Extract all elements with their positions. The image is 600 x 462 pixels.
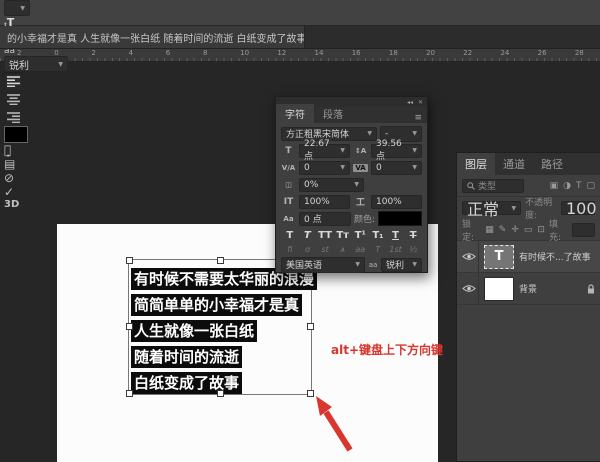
layer-visibility-toggle[interactable] bbox=[460, 273, 479, 304]
chevron-down-icon: ▼ bbox=[58, 61, 63, 68]
lock-option-icon[interactable]: ✛ bbox=[511, 225, 519, 235]
baseline-shift-icon: Aa bbox=[281, 215, 296, 223]
fill-field[interactable] bbox=[572, 223, 595, 237]
chevron-down-icon: ▼ bbox=[20, 5, 25, 12]
align-left-button[interactable] bbox=[4, 72, 23, 90]
align-center-button[interactable] bbox=[4, 90, 23, 108]
3d-button[interactable]: 3D bbox=[4, 199, 19, 210]
transform-handle[interactable] bbox=[217, 390, 224, 397]
lock-icon bbox=[587, 284, 595, 294]
opentype-button[interactable]: ᴀ bbox=[334, 245, 352, 254]
lock-label: 锁定: bbox=[462, 217, 481, 243]
layer-row-background[interactable]: 背景 bbox=[457, 273, 600, 305]
layer-name[interactable]: 有时候不...了故事 bbox=[519, 250, 597, 263]
opentype-button[interactable]: fi bbox=[281, 245, 299, 254]
baseline-shift-value: 0 点 bbox=[304, 212, 322, 225]
baseline-shift-field[interactable]: 0 点 bbox=[299, 212, 351, 226]
red-arrow bbox=[300, 392, 362, 456]
type-layer-thumbnail[interactable]: T bbox=[484, 245, 514, 269]
tab-paragraph[interactable]: 段落 bbox=[314, 104, 352, 123]
eye-icon bbox=[462, 284, 476, 293]
lock-option-icon[interactable]: ✎ bbox=[499, 225, 507, 235]
opentype-button[interactable]: ½ bbox=[404, 245, 422, 254]
align-right-button[interactable] bbox=[4, 108, 23, 126]
antialias-value: 锐利 bbox=[9, 57, 29, 72]
lock-option-icon[interactable]: ⊡ bbox=[537, 225, 545, 235]
text-style-button[interactable]: T bbox=[281, 230, 299, 241]
character-color-swatch[interactable] bbox=[378, 211, 422, 226]
text-style-button[interactable]: TT bbox=[316, 230, 334, 241]
canvas-text-line[interactable]: 白纸变成了故事 bbox=[131, 372, 242, 394]
antialias-value: 锐利 bbox=[386, 258, 404, 271]
transform-handle[interactable] bbox=[126, 390, 133, 397]
chevron-down-icon: ▼ bbox=[412, 130, 417, 137]
character-panel-tabs: 字符 段落 ≡ bbox=[276, 107, 427, 123]
panel-menu-icon[interactable]: ≡ bbox=[409, 113, 427, 123]
text-style-button[interactable]: T bbox=[387, 230, 405, 241]
language-value: 美国英语 bbox=[286, 258, 322, 271]
opentype-button[interactable]: st bbox=[316, 245, 334, 254]
background-layer-thumbnail[interactable] bbox=[484, 277, 514, 301]
close-panel-icon[interactable]: ✕ bbox=[418, 99, 423, 106]
commit-edits-icon[interactable]: ✓ bbox=[4, 185, 14, 199]
lock-option-icon[interactable]: ▭ bbox=[524, 225, 533, 235]
photoshop-window: 有时候不需要太华丽的浪漫 简简单单的小幸福才是真 人生就像一张白纸 随着时间的流… bbox=[0, 0, 600, 462]
antialias-icon: aa bbox=[368, 261, 378, 269]
warp-text-icon[interactable]: エ̣ bbox=[4, 143, 11, 157]
text-style-button[interactable]: Tᴛ bbox=[334, 230, 352, 241]
canvas-text-line[interactable]: 人生就像一张白纸 bbox=[131, 320, 257, 342]
fill-label: 填充: bbox=[549, 217, 568, 243]
transform-handle[interactable] bbox=[126, 257, 133, 264]
canvas-text-line[interactable]: 简简单单的小幸福才是真 bbox=[131, 294, 302, 316]
transform-handle[interactable] bbox=[307, 323, 314, 330]
opentype-button[interactable]: 1st bbox=[387, 245, 405, 254]
align-center-icon bbox=[7, 94, 20, 105]
tab-character[interactable]: 字符 bbox=[276, 104, 314, 123]
chevron-down-icon: ▼ bbox=[412, 261, 417, 268]
font-style-value: - bbox=[385, 129, 388, 139]
layer-name[interactable]: 背景 bbox=[519, 282, 582, 295]
opentype-button[interactable]: aa bbox=[352, 245, 370, 254]
text-style-button[interactable]: T bbox=[404, 230, 422, 241]
transform-handle[interactable] bbox=[126, 323, 133, 330]
text-style-buttons: TTTTTᴛT¹T₁TT bbox=[281, 228, 422, 242]
antialias-dropdown[interactable]: 锐利 ▼ bbox=[4, 56, 68, 72]
color-label: 颜色: bbox=[354, 212, 375, 225]
opentype-button[interactable]: T bbox=[369, 245, 387, 254]
layer-row-text[interactable]: T 有时候不...了故事 bbox=[457, 241, 600, 273]
antialias-dropdown[interactable]: 锐利 ▼ bbox=[381, 258, 422, 272]
opentype-buttons: fiơstᴀaaT1st½ bbox=[281, 244, 422, 255]
document-tab-bar: 的小幸福才是真 人生就像一张白纸 随着时间的流逝 白纸变成了故事 RGB/8) … bbox=[0, 26, 600, 49]
collapse-panel-icon[interactable]: ◂◂ bbox=[407, 99, 413, 106]
align-left-icon bbox=[7, 76, 20, 87]
text-style-button[interactable]: T¹ bbox=[352, 230, 370, 241]
document-tab[interactable]: 的小幸福才是真 人生就像一张白纸 随着时间的流逝 白纸变成了故事 RGB/8) … bbox=[0, 26, 305, 48]
text-color-swatch[interactable] bbox=[4, 126, 28, 143]
eye-icon bbox=[462, 252, 476, 261]
transform-handle[interactable] bbox=[217, 257, 224, 264]
canvas-text-line[interactable]: 随着时间的流逝 bbox=[131, 346, 242, 368]
align-right-icon bbox=[7, 112, 20, 123]
text-style-button[interactable]: T bbox=[299, 230, 317, 241]
lock-option-icon[interactable]: ▦ bbox=[485, 225, 494, 235]
cancel-edits-icon[interactable]: ⊘ bbox=[4, 171, 14, 185]
text-style-button[interactable]: T₁ bbox=[369, 230, 387, 241]
document-title: 的小幸福才是真 人生就像一张白纸 随着时间的流逝 白纸变成了故事 RGB/8) … bbox=[7, 30, 305, 45]
tool-options-bar: ▼ ₜT 22.67 点 ▼ aa 锐利 ▼ エ̣ ▤ ⊘ ✓ 3D bbox=[0, 0, 600, 26]
layer-visibility-toggle[interactable] bbox=[460, 241, 479, 272]
toggle-panels-icon[interactable]: ▤ bbox=[4, 157, 15, 171]
tutorial-annotation: alt+键盘上下方向键 bbox=[331, 341, 443, 358]
opentype-button[interactable]: ơ bbox=[299, 245, 317, 254]
font-style-dropdown[interactable]: ▼ bbox=[4, 0, 30, 16]
chevron-down-icon: ▼ bbox=[367, 130, 372, 137]
lock-icons: ▦ ✎ ✛ ▭ ⊡ bbox=[485, 225, 545, 235]
language-dropdown[interactable]: 美国英语 ▼ bbox=[281, 257, 365, 273]
chevron-down-icon: ▼ bbox=[355, 261, 360, 268]
